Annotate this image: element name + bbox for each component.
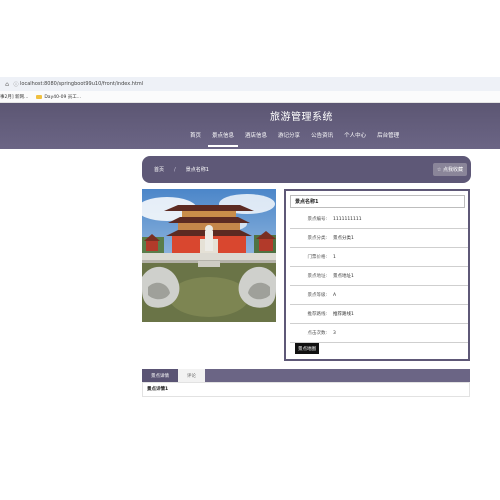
info-label: 景点分类: [307, 236, 327, 241]
site-title: 旅游管理系统 [270, 112, 333, 123]
folder-icon [36, 94, 43, 99]
nav-item-travelogues[interactable]: 游记分享 [278, 131, 300, 147]
info-label: 景点编号: [307, 217, 327, 222]
info-icon[interactable]: ⓘ [12, 81, 20, 88]
info-label: 点击次数: [307, 331, 327, 336]
url-text[interactable]: localhost:8080/springboot99u10/front/ind… [20, 81, 143, 87]
info-row-route: 推荐路线: 推荐路线1 [290, 305, 468, 324]
info-label: 景点地址: [307, 274, 327, 279]
nav-item-admin[interactable]: 后台管理 [377, 131, 399, 147]
nav-item-home[interactable]: 首页 [190, 131, 201, 147]
map-button[interactable]: 景点地图 [295, 343, 319, 354]
favorite-button[interactable]: ☆ 点我收藏 [432, 163, 467, 176]
bookmarks-bar: 事2月] 新网... Day40-09 员工... [0, 91, 500, 103]
attraction-photo [142, 189, 276, 322]
breadcrumb-current: 景点名称1 [185, 167, 209, 173]
info-value: A [333, 292, 337, 298]
breadcrumb: 首页 / 景点名称1 ☆ 点我收藏 [142, 156, 471, 183]
nav-item-profile[interactable]: 个人中心 [344, 131, 366, 147]
detail-tabs: 景点详情 评论 [142, 369, 470, 382]
tab-content: 景点详情1 [142, 382, 470, 397]
tab-details[interactable]: 景点详情 [142, 369, 178, 382]
breadcrumb-separator: / [174, 166, 176, 173]
breadcrumb-home-link[interactable]: 首页 [154, 166, 164, 173]
info-value: 推荐路线1 [333, 312, 354, 317]
info-label: 景点等级: [307, 293, 327, 298]
info-label: 推荐路线: [307, 312, 327, 317]
info-row-address: 景点地址: 景点地址1 [290, 267, 468, 286]
home-icon[interactable]: ⌂ [2, 81, 12, 88]
nav-item-hotels[interactable]: 酒店信息 [245, 131, 267, 147]
main-nav: 首页 景点信息 酒店信息 游记分享 公告资讯 个人中心 后台管理 [190, 131, 410, 147]
nav-item-news[interactable]: 公告资讯 [311, 131, 333, 147]
info-value: 景点地址1 [333, 274, 354, 279]
attraction-info-panel: 景点名称1 景点编号: 1111111111 景点分类: 景点分类1 门票价格:… [284, 189, 470, 361]
info-row-id: 景点编号: 1111111111 [290, 210, 468, 229]
info-row-clicks: 点击次数: 3 [290, 324, 468, 343]
info-row-level: 景点等级: A [290, 286, 468, 305]
attraction-name: 景点名称1 [290, 195, 465, 208]
info-value: 1 [333, 254, 336, 260]
address-bar: ⌂ ⓘ localhost:8080/springboot99u10/front… [0, 77, 500, 91]
info-value: 景点分类1 [333, 236, 354, 241]
nav-item-attractions[interactable]: 景点信息 [208, 131, 239, 147]
info-row-category: 景点分类: 景点分类1 [290, 229, 468, 248]
bookmark-item[interactable]: Day40-09 员工... [36, 94, 81, 100]
info-value: 1111111111 [333, 216, 362, 222]
info-label: 门票价格: [307, 255, 327, 260]
bookmark-item[interactable]: 事2月] 新网... [0, 94, 28, 100]
tab-comments[interactable]: 评论 [178, 369, 205, 382]
info-value: 3 [333, 330, 336, 336]
info-row-price: 门票价格: 1 [290, 248, 468, 267]
